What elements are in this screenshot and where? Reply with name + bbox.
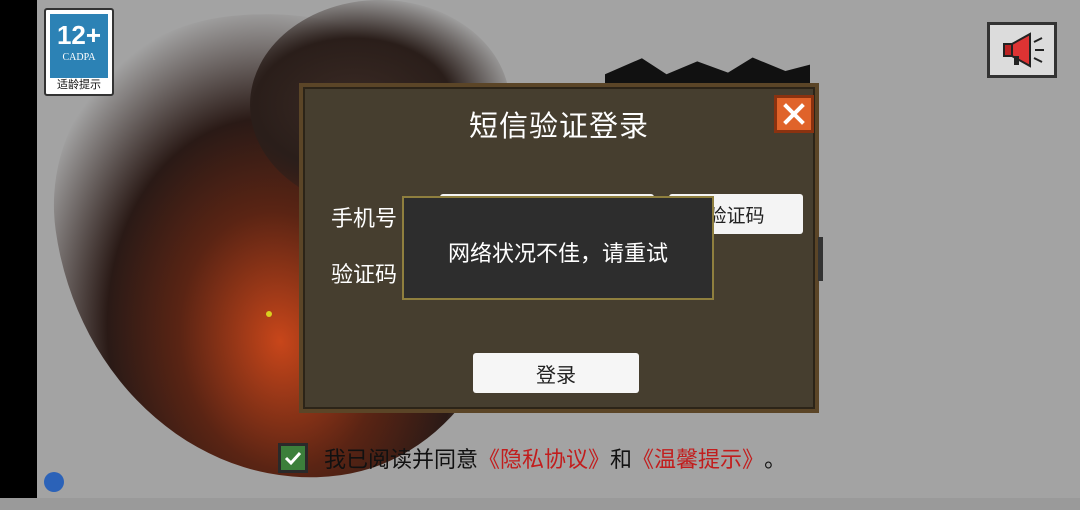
floating-assistant-button[interactable] <box>44 472 64 492</box>
code-label: 验证码 <box>331 263 398 288</box>
age-rating-emblem: 12+ CADPA <box>50 14 108 78</box>
megaphone-icon <box>1003 32 1044 68</box>
agreement-conjunction: 和 <box>610 448 633 473</box>
tips-link[interactable]: 《温馨提示》 <box>632 442 764 474</box>
age-rating-badge[interactable]: 12+ CADPA 适龄提示 <box>44 8 114 96</box>
agreement-checkbox[interactable] <box>278 443 308 473</box>
login-label: 登录 <box>536 362 576 387</box>
dialog-title: 短信验证登录 <box>468 109 649 143</box>
age-rating-number: 12+ <box>56 20 102 50</box>
login-button[interactable]: 登录 <box>473 353 639 393</box>
agreement-prefix: 我已阅读并同意 <box>324 448 479 473</box>
checkmark-icon <box>284 451 302 466</box>
network-error-toast: 网络状况不佳，请重试 <box>402 196 714 300</box>
get-code-label: 验证码 <box>707 204 765 227</box>
left-system-bar <box>0 0 37 498</box>
close-icon <box>783 103 805 125</box>
close-button[interactable] <box>774 95 814 133</box>
age-rating-org: CADPA <box>62 52 96 63</box>
toast-message: 网络状况不佳，请重试 <box>447 242 668 267</box>
announcement-button[interactable] <box>987 22 1057 78</box>
phone-label: 手机号 <box>331 207 398 232</box>
age-rating-label: 适龄提示 <box>57 78 101 91</box>
agreement-suffix: 。 <box>764 448 787 473</box>
ember-spark <box>266 311 272 317</box>
dialog-side-handle <box>818 237 823 281</box>
agreement-row: 我已阅读并同意 《隐私协议》 和 《温馨提示》 。 <box>278 440 786 476</box>
privacy-policy-link[interactable]: 《隐私协议》 <box>478 442 610 474</box>
